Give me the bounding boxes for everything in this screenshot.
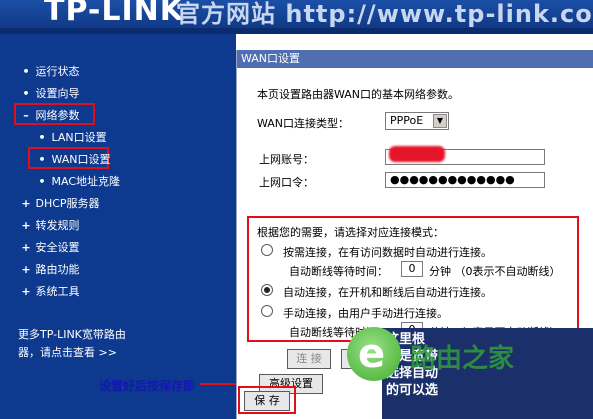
mode-on-demand-label: 按需连接，在有访问数据时自动进行连接。 (283, 246, 492, 259)
mode-heading: 根据您的需要，请选择对应连接模式： (257, 226, 444, 239)
wait-unit: 分钟 （0表示不自动断线） (429, 265, 561, 278)
watermark-text: 路由之家 (410, 344, 515, 374)
collapse-icon: – (23, 109, 29, 122)
annotation-arrow-icon (200, 383, 236, 385)
sidebar-item-label: 系统工具 (35, 285, 80, 298)
wan-type-label: WAN口连接类型： (257, 117, 350, 130)
expand-icon: + (21, 197, 31, 210)
sidebar-item-network-params[interactable]: – 网络参数 (20, 107, 80, 123)
sidebar-item-label: 路由功能 (35, 263, 80, 276)
password-label: 上网口令： (259, 176, 314, 189)
bullet-icon: • (22, 65, 30, 78)
intro-text: 本页设置路由器WAN口的基本网络参数。 (257, 88, 460, 101)
sidebar-item-security[interactable]: + 安全设置 (20, 239, 80, 255)
expand-icon: + (21, 241, 31, 254)
radio-manual[interactable] (261, 305, 273, 317)
sidebar-item-label: MAC地址克隆 (51, 175, 121, 188)
radio-on-demand[interactable] (261, 244, 273, 256)
account-redaction (389, 146, 445, 162)
sidebar: • 运行状态 • 设置向导 – 网络参数 • LAN口设置 • WAN口设置 •… (0, 34, 236, 419)
sidebar-item-status[interactable]: • 运行状态 (20, 63, 80, 79)
sidebar-item-forwarding[interactable]: + 转发规则 (20, 217, 80, 233)
sidebar-item-system-tools[interactable]: + 系统工具 (20, 283, 80, 299)
sidebar-item-label: 安全设置 (35, 241, 80, 254)
header-banner: TP-LINK 官方网站 http://www.tp-link.com.cn (0, 0, 593, 34)
radio-auto[interactable] (261, 284, 273, 296)
connection-mode-box: 根据您的需要，请选择对应连接模式： 按需连接，在有访问数据时自动进行连接。 自动… (247, 216, 579, 342)
sidebar-item-routing[interactable]: + 路由功能 (20, 261, 80, 277)
bullet-icon: • (38, 153, 46, 166)
sidebar-item-mac-clone[interactable]: • MAC地址克隆 (36, 173, 120, 189)
sidebar-item-wizard[interactable]: • 设置向导 (20, 85, 80, 101)
expand-icon: + (21, 263, 31, 276)
bullet-icon: • (22, 87, 30, 100)
sidebar-item-dhcp[interactable]: + DHCP服务器 (20, 195, 100, 211)
panel-title: WAN口设置 (237, 50, 593, 68)
sidebar-item-lan[interactable]: • LAN口设置 (36, 129, 107, 145)
mode-manual-label: 手动连接，由用户手动进行连接。 (283, 307, 448, 320)
expand-icon: + (21, 285, 31, 298)
sidebar-item-label: 设置向导 (35, 87, 80, 100)
bullet-icon: • (38, 175, 46, 188)
sidebar-item-label: WAN口设置 (51, 153, 111, 166)
instruction-annotation: 设置好后按保存即 (99, 379, 196, 393)
header-url: 官方网站 http://www.tp-link.com.cn (176, 0, 593, 28)
wan-type-select[interactable]: PPPoE ▼ (385, 112, 449, 130)
sidebar-item-label: LAN口设置 (51, 131, 107, 144)
password-input[interactable]: ●●●●●●●●●●●●● (385, 172, 545, 188)
sidebar-item-wan[interactable]: • WAN口设置 (36, 151, 111, 167)
sidebar-item-label: 网络参数 (35, 109, 80, 122)
connect-button[interactable]: 连 接 (287, 349, 331, 369)
tp-link-logo: TP-LINK (44, 0, 185, 28)
help-line: 的可以选 (386, 383, 439, 398)
sidebar-item-label: 转发规则 (35, 219, 80, 232)
expand-icon: + (21, 219, 31, 232)
wait-label: 自动断线等待时间： (289, 265, 388, 278)
more-line-2: 器，请点击查看 >> (18, 346, 117, 359)
mode-auto-label: 自动连接，在开机和断线后自动进行连接。 (283, 286, 492, 299)
more-products-link[interactable]: 更多TP-LINK宽带路由 器，请点击查看 >> (18, 326, 168, 362)
wan-type-value: PPPoE (390, 114, 424, 127)
on-demand-wait-input[interactable]: 0 (401, 261, 423, 277)
watermark-letter: e (358, 331, 386, 377)
sidebar-item-label: DHCP服务器 (35, 197, 100, 210)
account-label: 上网账号： (259, 153, 314, 166)
dropdown-arrow-icon: ▼ (433, 114, 447, 128)
sidebar-item-label: 运行状态 (35, 65, 80, 78)
bullet-icon: • (38, 131, 46, 144)
more-line-1: 更多TP-LINK宽带路由 (18, 328, 126, 341)
save-button[interactable]: 保 存 (244, 391, 290, 411)
